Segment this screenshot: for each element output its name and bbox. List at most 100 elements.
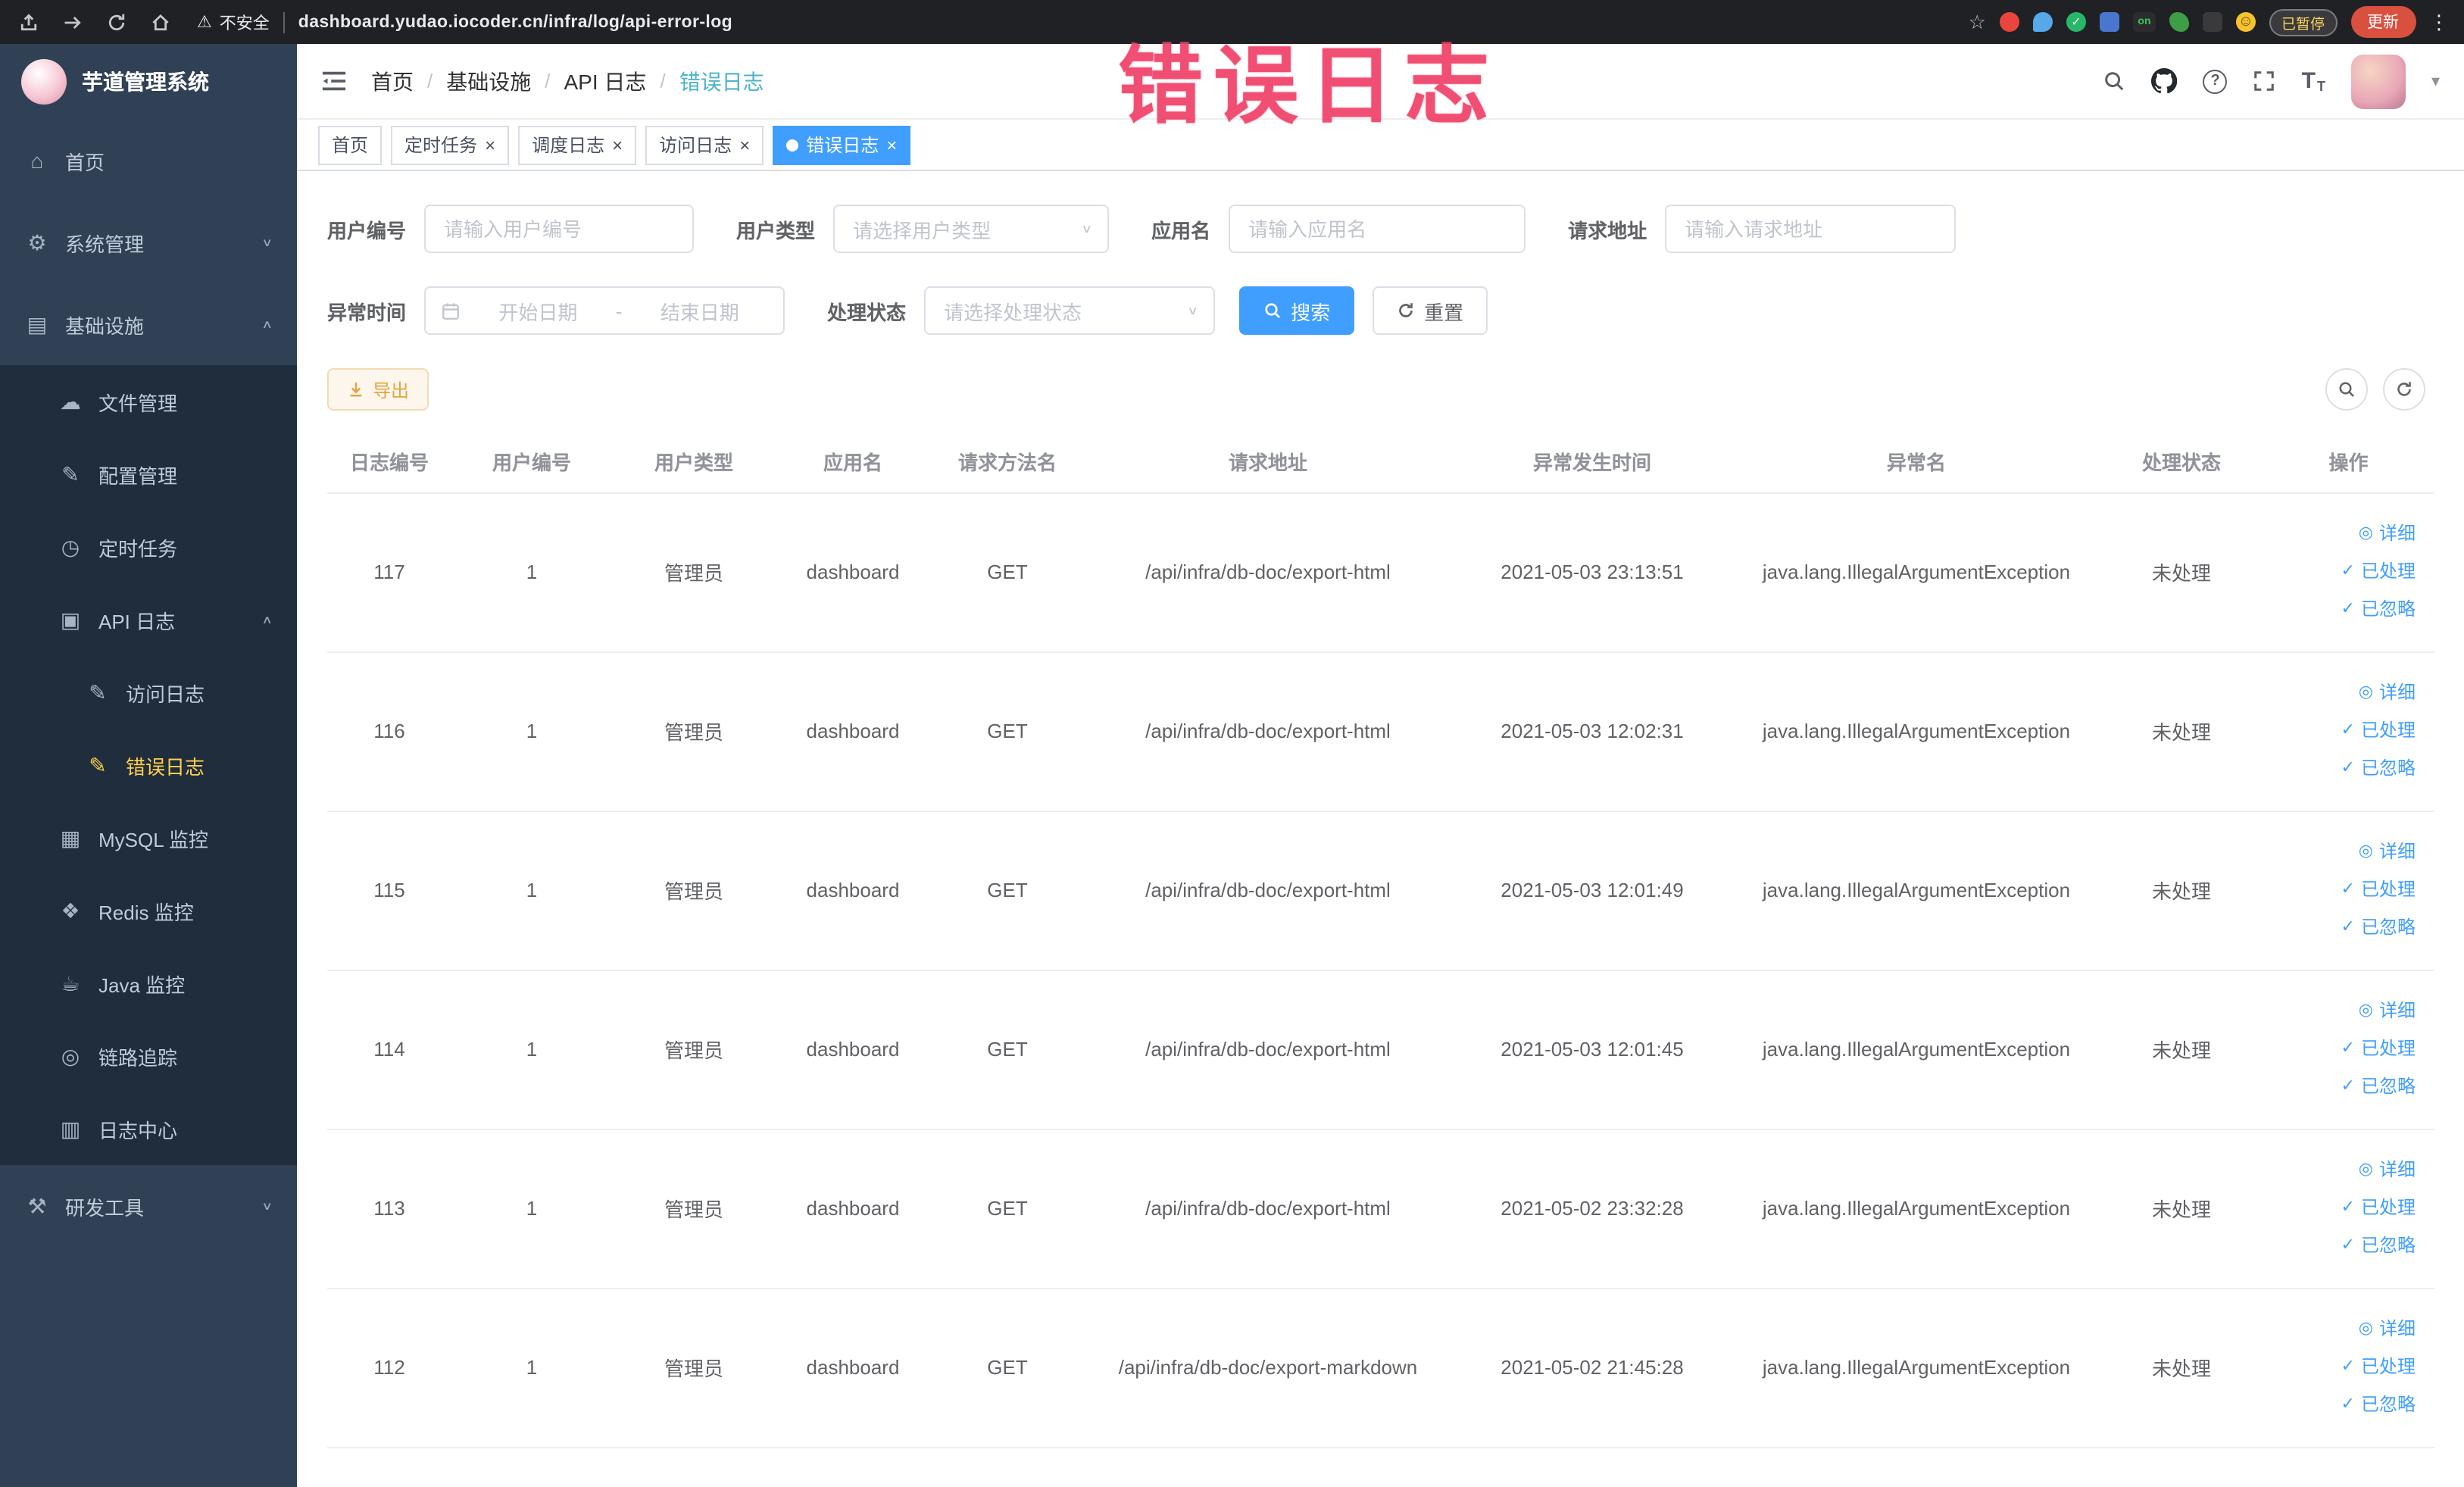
extension-green-icon[interactable]: ✓ [2066, 12, 2086, 32]
mark-ignored-link[interactable]: ✓ 已忽略 [2269, 591, 2416, 629]
col-url: 请求地址 [1085, 432, 1451, 493]
extension-on-icon[interactable]: on [2132, 12, 2156, 32]
mark-processed-link[interactable]: ✓ 已处理 [2269, 1348, 2416, 1386]
cell-status: 未处理 [2100, 970, 2263, 1129]
detail-link[interactable]: ◎ 详细 [2269, 1310, 2416, 1348]
date-range-picker[interactable]: 开始日期 - 结束日期 [424, 286, 785, 335]
paused-badge[interactable]: 已暂停 [2269, 8, 2337, 36]
extension-drop-icon[interactable] [2032, 12, 2053, 32]
mark-ignored-link[interactable]: ✓ 已忽略 [2269, 750, 2416, 788]
action-label: 详细 [2378, 1159, 2416, 1180]
breadcrumb: 首页 / 基础设施 / API 日志 / 错误日志 [371, 66, 764, 96]
mark-processed-link[interactable]: ✓ 已处理 [2269, 871, 2416, 909]
table-tools [2325, 368, 2425, 411]
browser-menu-icon[interactable]: ⋮ [2429, 10, 2449, 34]
fullscreen-icon[interactable] [2253, 70, 2276, 92]
security-status[interactable]: ⚠ 不安全 [197, 10, 270, 34]
tools-icon: ⚒ [27, 1193, 47, 1217]
mark-processed-link[interactable]: ✓ 已处理 [2269, 1030, 2416, 1068]
breadcrumb-home[interactable]: 首页 [371, 66, 414, 96]
mark-processed-link[interactable]: ✓ 已处理 [2269, 1189, 2416, 1227]
tab-access-log[interactable]: 访问日志 × [645, 125, 764, 164]
update-button[interactable]: 更新 [2350, 6, 2416, 38]
action-label: 已处理 [2360, 720, 2416, 741]
sidebar-item-file-management[interactable]: ☁ 文件管理 [0, 365, 297, 438]
sidebar-item-system[interactable]: ⚙ 系统管理 ∨ [0, 201, 297, 283]
breadcrumb-infrastructure[interactable]: 基础设施 [446, 66, 531, 96]
detail-link[interactable]: ◎ 详细 [2269, 1151, 2416, 1189]
cell-log-id: 114 [327, 970, 451, 1129]
reset-button[interactable]: 重置 [1373, 286, 1488, 335]
sidebar-item-config-management[interactable]: ✎ 配置管理 [0, 438, 297, 511]
user-id-input[interactable] [424, 205, 695, 253]
home-nav-icon[interactable] [147, 8, 174, 36]
cell-log-id: 116 [327, 651, 451, 811]
mark-processed-link[interactable]: ✓ 已处理 [2269, 712, 2416, 750]
close-icon[interactable]: × [739, 136, 750, 154]
sidebar-item-infrastructure[interactable]: ▤ 基础设施 ∧ [0, 283, 297, 365]
mark-processed-link[interactable]: ✓ 已处理 [2269, 553, 2416, 591]
sidebar-item-dev-tools[interactable]: ⚒ 研发工具 ∨ [0, 1165, 297, 1247]
sidebar-item-log-center[interactable]: ▥ 日志中心 [0, 1092, 297, 1165]
help-icon[interactable]: ? [2203, 69, 2228, 93]
tab-error-log[interactable]: 错误日志 × [773, 125, 911, 164]
cell-method: GET [930, 1129, 1085, 1289]
sidebar-item-home[interactable]: ⌂ 首页 [0, 120, 297, 201]
detail-link[interactable]: ◎ 详细 [2269, 515, 2416, 553]
tab-schedule-log[interactable]: 调度日志 × [518, 125, 637, 164]
extension-smiley-icon[interactable]: ☺ [2235, 12, 2256, 32]
detail-link[interactable]: ◎ 详细 [2269, 674, 2416, 712]
tab-scheduled-jobs[interactable]: 定时任务 × [391, 125, 510, 164]
request-url-input[interactable] [1665, 205, 1957, 253]
detail-link[interactable]: ◎ 详细 [2269, 833, 2416, 871]
start-date-placeholder: 开始日期 [498, 301, 578, 323]
sidebar-toggle-icon[interactable] [321, 70, 347, 92]
tab-home[interactable]: 首页 [318, 125, 383, 164]
col-exception: 异常名 [1733, 432, 2100, 493]
breadcrumb-api-log[interactable]: API 日志 [564, 66, 647, 96]
sidebar-item-mysql-monitor[interactable]: ▦ MySQL 监控 [0, 801, 297, 874]
user-type-select[interactable]: 请选择用户类型 ∨ [833, 205, 1110, 253]
mark-ignored-link[interactable]: ✓ 已忽略 [2269, 1227, 2416, 1265]
avatar-caret-icon[interactable]: ▾ [2431, 71, 2440, 91]
font-size-icon[interactable]: TT [2302, 68, 2325, 94]
search-button[interactable]: 搜索 [1239, 286, 1355, 335]
app-name-input[interactable] [1229, 205, 1526, 253]
sidebar-item-access-log[interactable]: ✎ 访问日志 [0, 656, 297, 729]
app-logo[interactable]: 芋道管理系统 [0, 44, 297, 120]
refresh-button[interactable] [2382, 368, 2425, 411]
extension-paw-icon[interactable] [2202, 12, 2222, 32]
avatar[interactable] [2350, 54, 2406, 108]
mark-ignored-link[interactable]: ✓ 已忽略 [2269, 1068, 2416, 1106]
process-status-select[interactable]: 请选择处理状态 ∨ [924, 286, 1216, 335]
extension-red-icon[interactable] [1999, 12, 2019, 32]
extension-leaf-icon[interactable] [2169, 12, 2189, 32]
check-icon: ✓ [2341, 880, 2355, 898]
address-bar[interactable]: ⚠ 不安全 dashboard.yudao.iocoder.cn/infra/l… [191, 10, 1952, 34]
search-icon[interactable] [2103, 70, 2126, 92]
sidebar-item-scheduled-jobs[interactable]: ◷ 定时任务 [0, 511, 297, 583]
export-button[interactable]: 导出 [327, 368, 429, 411]
share-icon[interactable] [15, 8, 42, 36]
forward-icon[interactable] [59, 8, 86, 36]
cell-user-type: 管理员 [612, 811, 776, 970]
mark-ignored-link[interactable]: ✓ 已忽略 [2269, 909, 2416, 947]
toggle-search-button[interactable] [2325, 368, 2367, 411]
sidebar-item-java-monitor[interactable]: ☕ Java 监控 [0, 947, 297, 1020]
sidebar-item-redis-monitor[interactable]: ❖ Redis 监控 [0, 874, 297, 947]
detail-link[interactable]: ◎ 详细 [2269, 992, 2416, 1030]
mark-ignored-link[interactable]: ✓ 已忽略 [2269, 1386, 2416, 1424]
table-row: 115 1 管理员 dashboard GET /api/infra/db-do… [327, 811, 2434, 970]
close-icon[interactable]: × [485, 136, 495, 154]
close-icon[interactable]: × [612, 136, 623, 154]
close-icon[interactable]: × [886, 136, 897, 154]
sidebar-item-api-log[interactable]: ▣ API 日志 ∧ [0, 583, 297, 656]
bookmark-star-icon[interactable]: ☆ [1969, 10, 1986, 34]
sidebar-item-error-log[interactable]: ✎ 错误日志 [0, 729, 297, 801]
github-icon[interactable] [2151, 68, 2178, 94]
reload-icon[interactable] [103, 8, 130, 36]
extension-grid-icon[interactable] [2099, 12, 2119, 32]
sidebar-item-trace[interactable]: ◎ 链路追踪 [0, 1020, 297, 1092]
clock-icon: ◷ [61, 534, 80, 558]
cell-url: /api/infra/db-doc/export-html [1085, 492, 1451, 652]
